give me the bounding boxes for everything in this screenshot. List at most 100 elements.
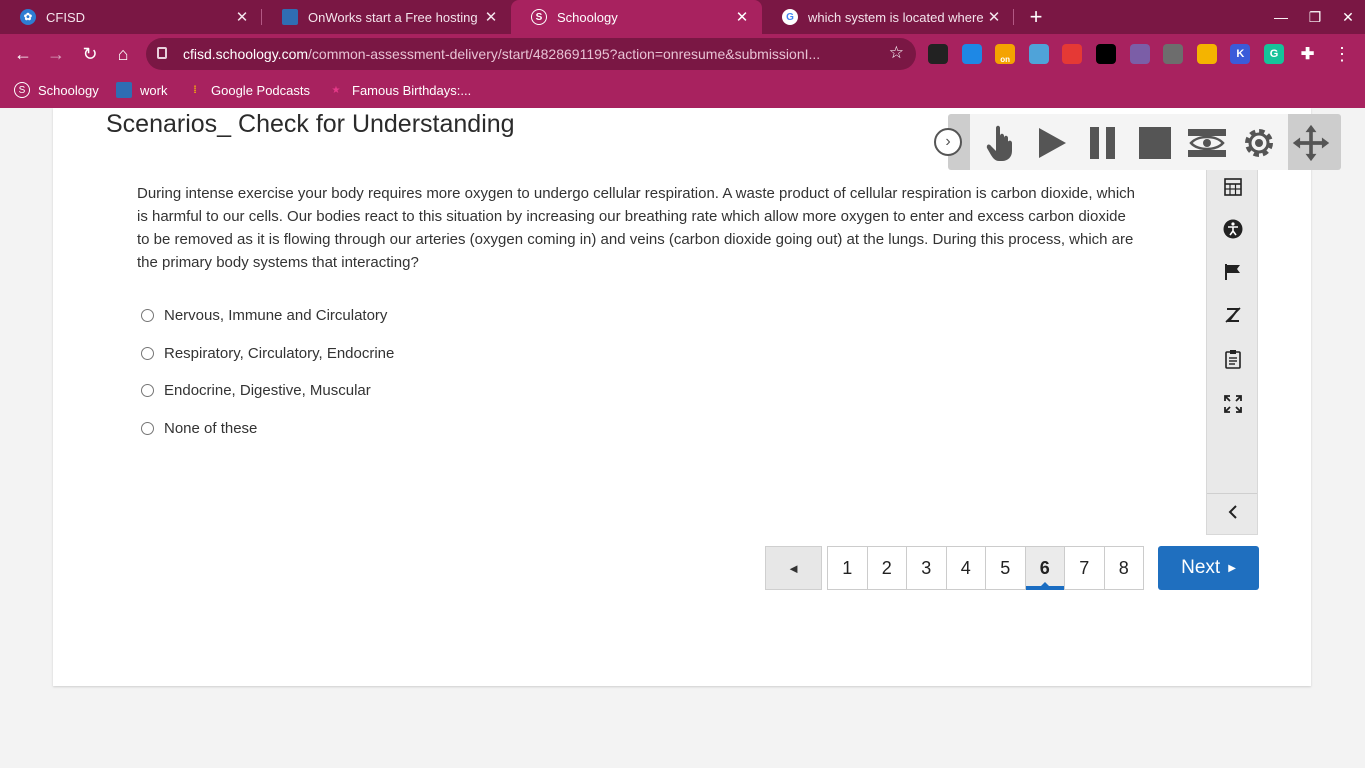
question-pagination: 12345678 [827, 546, 1144, 590]
address-bar[interactable]: cfisd.schoology.com/common-assessment-de… [146, 38, 916, 70]
podcasts-icon: ⁞ [193, 84, 197, 96]
new-tab-button[interactable]: + [1025, 4, 1047, 30]
point-to-read-icon[interactable] [980, 124, 1020, 162]
tab-title: CFISD [46, 9, 85, 25]
collapse-left-icon[interactable] [1222, 501, 1244, 523]
assessment-tools-panel [1206, 167, 1258, 535]
answer-option-2[interactable]: Respiratory, Circulatory, Endocrine [141, 345, 394, 362]
pause-icon[interactable] [1083, 124, 1123, 162]
screen-mask-icon[interactable] [1187, 124, 1227, 162]
bookmark-label: Google Podcasts [211, 82, 311, 98]
answer-option-1[interactable]: Nervous, Immune and Circulatory [141, 307, 387, 324]
radio-button[interactable] [141, 347, 154, 360]
bookmark-label: Famous Birthdays:... [352, 82, 472, 98]
bookmark-label: Schoology [38, 82, 99, 98]
page-number-button[interactable]: 5 [985, 546, 1026, 590]
page-number-button[interactable]: 7 [1064, 546, 1105, 590]
accessibility-icon[interactable] [1222, 218, 1244, 240]
tab-separator [1013, 9, 1014, 25]
star-icon: ★ [331, 84, 341, 96]
page-number-button[interactable]: 8 [1103, 546, 1144, 590]
calculator-icon[interactable] [1222, 176, 1244, 198]
bookmark-work[interactable]: work [116, 82, 167, 98]
eliminator-icon[interactable] [1222, 304, 1244, 326]
next-label: Next [1181, 557, 1221, 578]
option-label: None of these [164, 420, 258, 437]
forward-icon[interactable]: → [42, 40, 70, 68]
notepad-icon[interactable] [1222, 348, 1244, 370]
on-ext-icon[interactable]: on [995, 44, 1016, 64]
option-label: Endocrine, Digestive, Muscular [164, 382, 371, 399]
close-icon[interactable]: ✕ [732, 8, 752, 26]
tab-title: OnWorks start a Free hosting pro [308, 9, 481, 25]
grammarly-ext-icon[interactable]: G [1264, 44, 1284, 64]
play-icon[interactable] [1032, 124, 1072, 162]
page-number-button[interactable]: 1 [827, 546, 868, 590]
monitor-icon [116, 82, 132, 98]
page-number-button[interactable]: 2 [866, 546, 907, 590]
read-aloud-controls [970, 114, 1288, 170]
settings-gear-icon[interactable] [1239, 124, 1279, 162]
tab-google-search[interactable]: G which system is located where F ✕ [762, 0, 1014, 34]
question-text: During intense exercise your body requir… [137, 185, 1136, 271]
window-close-icon[interactable]: ✕ [1331, 0, 1365, 34]
restore-icon[interactable]: ❐ [1298, 0, 1332, 34]
bookmarks-bar: S Schoology work ⁞ Google Podcasts ★ Fam… [0, 74, 1365, 108]
close-icon[interactable]: ✕ [481, 8, 501, 26]
answer-option-4[interactable]: None of these [141, 420, 257, 437]
puzzle-ext-icon[interactable]: ✚ [1298, 44, 1318, 64]
close-icon[interactable]: ✕ [232, 8, 252, 26]
user-ext-icon[interactable] [928, 44, 948, 64]
page-content: Scenarios_ Check for Understanding Durin… [0, 108, 1365, 768]
fullscreen-icon[interactable] [1222, 393, 1244, 415]
tab-title: Schoology [557, 9, 618, 25]
bookmark-star-icon[interactable]: ☆ [889, 43, 904, 63]
menu-kebab-icon[interactable]: ⋮ [1328, 40, 1356, 68]
color-ext-icon[interactable] [1062, 44, 1083, 64]
k-ext-icon[interactable]: K [1230, 44, 1251, 64]
stop-icon[interactable] [1135, 124, 1175, 162]
tab-title: which system is located where F [808, 9, 984, 25]
read-aloud-toolbar: › [934, 114, 1341, 170]
browser-tab-strip: ✿ CFISD ✕ OnWorks start a Free hosting p… [0, 0, 1365, 34]
answer-option-3[interactable]: Endocrine, Digestive, Muscular [141, 382, 371, 399]
a-ext-icon[interactable] [1096, 44, 1116, 64]
tab-schoology[interactable]: S Schoology ✕ [511, 0, 762, 34]
reload-icon[interactable]: ↻ [76, 40, 104, 68]
copy-ext-icon[interactable] [1163, 44, 1184, 64]
previous-question-button[interactable]: ◄ [765, 546, 822, 590]
assessment-title: Scenarios_ Check for Understanding [106, 110, 515, 138]
lock-icon [157, 47, 167, 59]
bookmark-schoology[interactable]: S Schoology [14, 82, 99, 98]
home-icon[interactable]: ⌂ [109, 40, 137, 68]
radio-button[interactable] [141, 309, 154, 322]
monitor-favicon-icon [282, 9, 298, 25]
tools-divider [1207, 493, 1257, 494]
collapse-toolbar-icon[interactable]: › [934, 128, 962, 156]
page-number-button[interactable]: 4 [945, 546, 986, 590]
page-number-button[interactable]: 6 [1024, 546, 1065, 590]
cfisd-favicon-icon: ✿ [20, 9, 36, 25]
option-label: Nervous, Immune and Circulatory [164, 307, 388, 324]
triangle-right-icon: ▶ [1228, 562, 1236, 574]
back-icon[interactable]: ← [9, 40, 37, 68]
tab-onworks[interactable]: OnWorks start a Free hosting pro ✕ [262, 0, 511, 34]
pen-ext-icon[interactable] [1196, 44, 1217, 64]
radio-button[interactable] [141, 384, 154, 397]
bookmark-famous-birthdays[interactable]: ★ Famous Birthdays:... [328, 82, 472, 98]
google-favicon-icon: G [782, 9, 798, 25]
close-icon[interactable]: ✕ [984, 8, 1004, 26]
flag-icon[interactable] [1222, 261, 1244, 283]
page-number-button[interactable]: 3 [906, 546, 947, 590]
minimize-icon[interactable]: — [1264, 0, 1298, 34]
move-toolbar-icon[interactable] [1291, 124, 1331, 162]
tab-cfisd[interactable]: ✿ CFISD ✕ [0, 0, 262, 34]
bookmark-google-podcasts[interactable]: ⁞ Google Podcasts [187, 82, 310, 98]
diamond-ext-icon[interactable] [961, 44, 982, 64]
pdf-ext-icon[interactable] [1129, 44, 1150, 64]
option-label: Respiratory, Circulatory, Endocrine [164, 345, 395, 362]
radio-button[interactable] [141, 422, 154, 435]
cloud-ext-icon[interactable] [1028, 44, 1049, 64]
browser-toolbar: ← → ↻ ⌂ cfisd.schoology.com/common-asses… [0, 34, 1365, 74]
next-question-button[interactable]: Next ▶ [1158, 546, 1259, 590]
